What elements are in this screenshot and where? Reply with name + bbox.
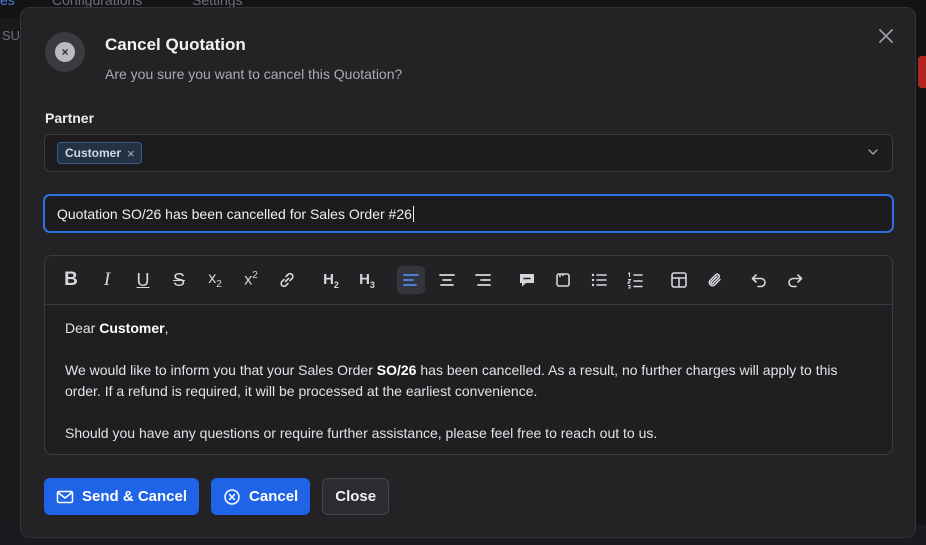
- underline-icon[interactable]: U: [129, 266, 157, 294]
- code-block-icon[interactable]: [549, 266, 577, 294]
- body-text: We would like to inform you that your Sa…: [65, 362, 377, 378]
- close-circle-icon: [224, 488, 240, 505]
- undo-icon[interactable]: [745, 266, 773, 294]
- bold-icon[interactable]: B: [57, 266, 85, 294]
- ordered-list-icon[interactable]: [621, 266, 649, 294]
- partner-label: Partner: [45, 110, 95, 126]
- background-tab: es: [0, 0, 15, 8]
- close-circle-icon: ×: [45, 32, 85, 72]
- email-body[interactable]: Dear Customer, We would like to inform y…: [65, 318, 872, 454]
- close-label: Close: [335, 488, 377, 505]
- text-caret: [412, 205, 414, 222]
- envelope-icon: [56, 490, 74, 503]
- partner-chip-label: Customer: [65, 146, 122, 160]
- subscript-icon[interactable]: x2: [201, 266, 229, 294]
- body-paragraph: We would like to inform you that your Sa…: [65, 360, 872, 402]
- greeting-suffix: ,: [164, 320, 169, 336]
- dialog-footer: Send & Cancel Cancel Close: [44, 478, 390, 515]
- heading3-icon[interactable]: H3: [353, 266, 381, 294]
- order-number: SO/26: [376, 362, 417, 378]
- send-and-cancel-button[interactable]: Send & Cancel: [44, 478, 200, 515]
- align-center-icon[interactable]: [433, 266, 461, 294]
- link-icon[interactable]: [273, 266, 301, 294]
- subject-input[interactable]: Quotation SO/26 has been cancelled for S…: [43, 194, 894, 233]
- cancel-quotation-button[interactable]: Cancel: [211, 478, 311, 515]
- attachment-icon[interactable]: [701, 266, 729, 294]
- bullet-list-icon[interactable]: [585, 266, 613, 294]
- body-paragraph: Should you have any questions or require…: [65, 425, 658, 441]
- background-sidebar: [0, 18, 20, 545]
- cancel-quotation-dialog: × Cancel Quotation Are you sure you want…: [20, 7, 916, 538]
- chip-remove-icon[interactable]: ×: [127, 146, 135, 161]
- align-left-icon[interactable]: [397, 266, 425, 294]
- subject-input-value: Quotation SO/26 has been cancelled for S…: [57, 205, 412, 222]
- partner-select[interactable]: Customer ×: [44, 134, 893, 172]
- cancel-label: Cancel: [249, 488, 299, 505]
- comment-icon[interactable]: [513, 266, 541, 294]
- background-text: SU: [2, 28, 21, 43]
- send-and-cancel-label: Send & Cancel: [82, 488, 188, 505]
- close-icon[interactable]: [877, 27, 895, 45]
- dialog-title: Cancel Quotation: [105, 35, 246, 54]
- partner-chip: Customer ×: [57, 142, 142, 164]
- heading2-icon[interactable]: H2: [317, 266, 345, 294]
- rich-text-editor[interactable]: B I U S x2 x2 H2 H3 Dear Customer, We wo…: [44, 255, 893, 455]
- italic-icon[interactable]: I: [93, 266, 121, 294]
- greeting-line: Dear Customer,: [65, 318, 872, 339]
- editor-toolbar: B I U S x2 x2 H2 H3: [45, 256, 892, 305]
- redo-icon[interactable]: [781, 266, 809, 294]
- strikethrough-icon[interactable]: S: [165, 266, 193, 294]
- table-icon[interactable]: [665, 266, 693, 294]
- dialog-subtitle: Are you sure you want to cancel this Quo…: [105, 66, 403, 82]
- greeting-name: Customer: [99, 320, 165, 336]
- background-badge: [918, 56, 926, 88]
- greeting-prefix: Dear: [65, 320, 100, 336]
- chevron-down-icon[interactable]: [866, 145, 880, 159]
- close-button[interactable]: Close: [322, 478, 390, 515]
- align-right-icon[interactable]: [469, 266, 497, 294]
- superscript-icon[interactable]: x2: [237, 266, 265, 294]
